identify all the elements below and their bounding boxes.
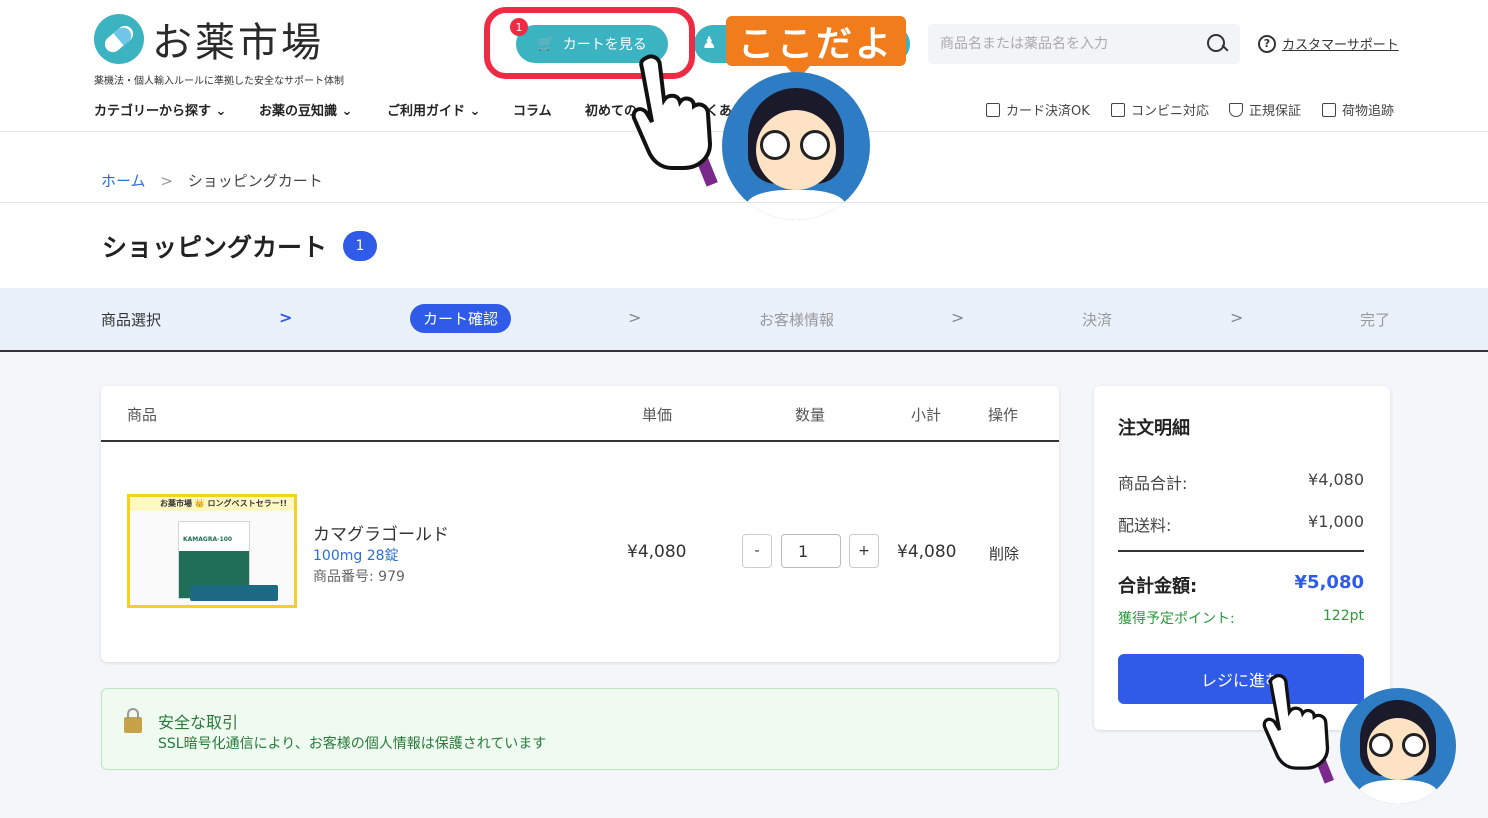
- blister-pack: [190, 585, 278, 601]
- cart-count-badge: 1: [510, 18, 528, 36]
- cart-table: 商品 単価 数量 小計 操作 お薬市場 👑 ロングベストセラー!! KAMAGR…: [101, 386, 1059, 662]
- qty-decrease-button[interactable]: -: [742, 534, 772, 568]
- order-summary: 注文明細 商品合計: ¥4,080 配送料: ¥1,000 合計金額: ¥5,0…: [1094, 386, 1390, 730]
- help-icon: ?: [1258, 34, 1276, 53]
- feature-label: 正規保証: [1249, 104, 1302, 119]
- feature-label: カード決済OK: [1006, 104, 1090, 119]
- product-variant: 100mg 28錠: [313, 548, 399, 564]
- table-header: 商品 単価 数量 小計 操作: [101, 386, 1059, 442]
- summary-title: 注文明細: [1118, 418, 1190, 439]
- search-input[interactable]: [940, 36, 1206, 52]
- pointing-hand-icon: [631, 54, 718, 187]
- items-value: ¥4,080: [1308, 470, 1364, 489]
- logo[interactable]: お薬市場: [94, 10, 324, 68]
- customer-support-link[interactable]: ? カスタマーサポート: [1258, 34, 1399, 53]
- search-box: [928, 24, 1240, 64]
- cart-icon: 🛒: [537, 36, 555, 52]
- product-image[interactable]: お薬市場 👑 ロングベストセラー!! KAMAGRA-100: [127, 494, 297, 608]
- pointing-hand-icon: [1262, 674, 1334, 784]
- user-icon: ♟: [702, 33, 717, 52]
- feature-authentic: 正規保証: [1229, 100, 1301, 119]
- breadcrumb-separator: >: [160, 172, 173, 190]
- step-arrow: >: [279, 308, 293, 327]
- step-arrow: >: [951, 308, 965, 327]
- building-icon: [1111, 102, 1125, 117]
- customer-support-label: カスタマーサポート: [1282, 38, 1399, 53]
- cart-item-count-badge: 1: [343, 231, 378, 261]
- clipboard-icon: [1322, 102, 1336, 117]
- total-label: 合計金額:: [1118, 576, 1198, 597]
- items-label: 商品合計:: [1118, 474, 1188, 493]
- nav-guide[interactable]: ご利用ガイド ⌄: [387, 100, 480, 119]
- shipping-value: ¥1,000: [1308, 512, 1364, 531]
- feature-label: 荷物追跡: [1342, 104, 1395, 119]
- step-arrow: >: [628, 308, 642, 327]
- page-title-text: ショッピングカート: [102, 233, 328, 262]
- search-icon[interactable]: [1206, 33, 1228, 55]
- unit-price: ¥4,080: [627, 542, 687, 562]
- secure-title: 安全な取引: [158, 713, 239, 732]
- delete-button[interactable]: 削除: [989, 543, 1019, 564]
- divider: [0, 202, 1488, 203]
- breadcrumb: ホーム > ショッピングカート: [101, 170, 323, 191]
- image-banner: お薬市場 👑 ロングベストセラー!!: [130, 497, 294, 511]
- points-value: 122pt: [1322, 608, 1364, 624]
- callout-bubble: ここだよ: [726, 16, 906, 80]
- summary-divider: [1118, 550, 1364, 552]
- nav-knowledge[interactable]: お薬の豆知識 ⌄: [259, 100, 352, 119]
- feature-tracking: 荷物追跡: [1322, 100, 1394, 119]
- step-cart-confirm: カート確認: [410, 304, 512, 333]
- points-label: 獲得予定ポイント:: [1118, 611, 1235, 627]
- page-title: ショッピングカート 1: [102, 228, 378, 264]
- header-quantity: 数量: [795, 406, 826, 424]
- summary-shipping-row: 配送料: ¥1,000: [1118, 512, 1364, 536]
- summary-items-row: 商品合計: ¥4,080: [1118, 470, 1364, 494]
- mascot-character: [1340, 688, 1456, 804]
- nav-category[interactable]: カテゴリーから探す ⌄: [94, 100, 226, 119]
- step-complete: 完了: [1360, 311, 1391, 329]
- breadcrumb-current: ショッピングカート: [187, 172, 323, 190]
- step-product-select: 商品選択: [101, 311, 162, 329]
- pill-logo-icon: [94, 14, 144, 64]
- credit-card-icon: [986, 102, 1000, 117]
- header-unit-price: 単価: [642, 406, 673, 424]
- view-cart-label: カートを見る: [562, 37, 647, 53]
- feature-convenience-store: コンビニ対応: [1111, 100, 1209, 119]
- tagline: 薬機法・個人輸入ルールに準拠した安全なサポート体制: [94, 76, 344, 87]
- qty-increase-button[interactable]: +: [849, 534, 879, 568]
- image-brand: KAMAGRA-100: [183, 536, 233, 543]
- qty-input[interactable]: 1: [781, 534, 841, 568]
- product-sku: 商品番号: 979: [313, 569, 405, 585]
- feature-label: コンビニ対応: [1131, 104, 1210, 119]
- summary-points-row: 獲得予定ポイント: 122pt: [1118, 608, 1364, 628]
- breadcrumb-home[interactable]: ホーム: [101, 172, 146, 190]
- summary-total-row: 合計金額: ¥5,080: [1118, 572, 1364, 598]
- product-name[interactable]: カマグラゴールド: [313, 520, 449, 545]
- checkout-steps: 商品選択 > カート確認 > お客様情報 > 決済 > 完了: [0, 288, 1488, 352]
- step-arrow: >: [1230, 308, 1244, 327]
- feature-card-payment: カード決済OK: [986, 100, 1090, 119]
- row-subtotal: ¥4,080: [897, 542, 957, 562]
- header-subtotal: 小計: [911, 406, 942, 424]
- mascot-character: [722, 72, 870, 220]
- step-customer-info: お客様情報: [759, 311, 835, 329]
- nav-column[interactable]: コラム: [513, 100, 552, 119]
- shipping-label: 配送料:: [1118, 516, 1172, 535]
- header-action: 操作: [988, 406, 1019, 424]
- header-product: 商品: [127, 406, 158, 424]
- secure-text: SSL暗号化通信により、お客様の個人情報は保護されています: [158, 736, 547, 752]
- secure-notice: 安全な取引 SSL暗号化通信により、お客様の個人情報は保護されています: [101, 688, 1059, 770]
- step-payment: 決済: [1082, 311, 1113, 329]
- total-value: ¥5,080: [1294, 572, 1364, 593]
- logo-text: お薬市場: [152, 20, 324, 66]
- lock-icon: [124, 708, 142, 733]
- shield-icon: [1229, 102, 1243, 117]
